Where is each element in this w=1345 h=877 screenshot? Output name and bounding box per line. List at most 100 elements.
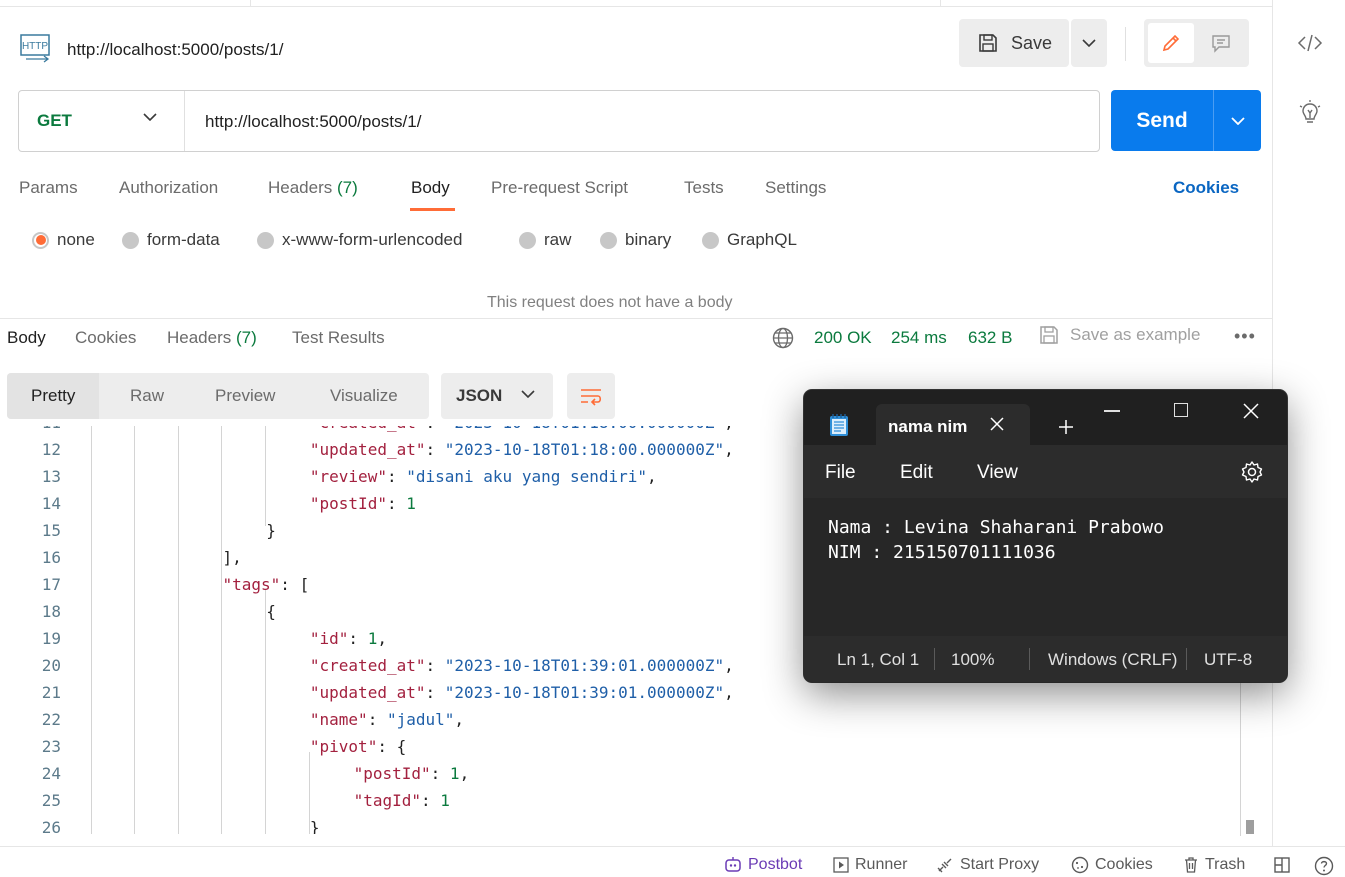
proxy-icon	[937, 858, 952, 873]
tab-authorization[interactable]: Authorization	[119, 178, 218, 198]
status-code[interactable]: 200 OK	[814, 328, 872, 348]
menu-view[interactable]: View	[977, 462, 1018, 484]
view-visualize[interactable]: Visualize	[330, 373, 398, 419]
send-options-button[interactable]	[1213, 90, 1261, 151]
response-tab-cookies[interactable]: Cookies	[75, 328, 136, 348]
code-text: ],	[223, 548, 242, 567]
wrap-lines-button[interactable]	[567, 373, 615, 419]
runner-button[interactable]: Runner	[833, 856, 907, 874]
start-proxy-button[interactable]: Start Proxy	[936, 856, 1039, 874]
http-icon-text: HTTP	[22, 41, 48, 52]
line-number: 21	[41, 683, 61, 702]
code-token: ,	[724, 683, 734, 702]
notepad-menubar: File Edit View	[804, 445, 1287, 498]
radio-form-data[interactable]: form-data	[122, 230, 220, 250]
tab-body[interactable]: Body	[411, 178, 450, 198]
chevron-down-icon	[1082, 39, 1096, 47]
radio-binary[interactable]: binary	[600, 230, 671, 250]
status-divider	[1029, 648, 1030, 670]
response-tab-headers[interactable]: Headers (7)	[167, 328, 257, 348]
code-line: 26}	[0, 818, 1240, 834]
globe-icon[interactable]	[771, 326, 795, 350]
radio-label: x-www-form-urlencoded	[282, 230, 463, 249]
notepad-titlebar[interactable]: nama nim	[804, 390, 1287, 445]
save-as-example-button[interactable]: Save as example	[1038, 324, 1200, 346]
line-number: 15	[41, 521, 61, 540]
code-snippet-button[interactable]	[1295, 28, 1325, 58]
minimize-icon[interactable]	[1104, 410, 1120, 412]
view-pretty[interactable]: Pretty	[7, 373, 100, 419]
line-ending[interactable]: Windows (CRLF)	[1048, 650, 1177, 670]
method-select[interactable]: GET	[19, 91, 185, 151]
tab-headers[interactable]: Headers (7)	[268, 178, 358, 198]
maximize-icon[interactable]	[1174, 403, 1188, 417]
radio-indicator	[702, 231, 719, 249]
save-as-example-label: Save as example	[1070, 325, 1201, 344]
code-line: 22 "name": "jadul",	[0, 710, 1240, 737]
notepad-editor[interactable]: Nama : Levina Shaharani Prabowo NIM : 21…	[804, 498, 1287, 636]
radio-indicator	[257, 231, 274, 249]
code-token: "created_at"	[310, 426, 426, 432]
more-options-button[interactable]: •••	[1234, 326, 1256, 347]
context-info-button[interactable]	[1295, 98, 1325, 128]
layout-toggle-button[interactable]	[1273, 856, 1297, 874]
cookies-label: Cookies	[1095, 856, 1153, 873]
edit-mode-button[interactable]	[1148, 23, 1194, 63]
new-tab-icon[interactable]	[1057, 418, 1075, 436]
response-tab-body[interactable]: Body	[7, 328, 46, 348]
status-divider	[1186, 648, 1187, 670]
response-size[interactable]: 632 B	[968, 328, 1012, 348]
radio-x-www-form-urlencoded[interactable]: x-www-form-urlencoded	[257, 230, 462, 250]
tab-pre-request-script[interactable]: Pre-request Script	[491, 178, 628, 198]
code-token: "2023-10-18T01:39:01.000000Z"	[444, 656, 725, 675]
menu-edit[interactable]: Edit	[900, 462, 933, 484]
tab-label: Body	[7, 328, 46, 347]
save-button[interactable]: Save	[959, 19, 1069, 67]
response-tab-test-results[interactable]: Test Results	[292, 328, 385, 348]
save-options-button[interactable]	[1071, 19, 1107, 67]
view-mode-group: Pretty Raw Preview Visualize	[7, 373, 429, 419]
line-number: 20	[41, 656, 61, 675]
cookies-button[interactable]: Cookies	[1071, 856, 1153, 874]
close-window-icon[interactable]	[1242, 402, 1260, 420]
view-raw[interactable]: Raw	[130, 373, 164, 419]
response-time[interactable]: 254 ms	[891, 328, 947, 348]
menu-file[interactable]: File	[825, 462, 856, 484]
code-text: "tagId": 1	[354, 791, 450, 810]
tab-settings[interactable]: Settings	[765, 178, 826, 198]
tab-params[interactable]: Params	[19, 178, 78, 198]
zoom-level[interactable]: 100%	[951, 650, 994, 670]
radio-raw[interactable]: raw	[519, 230, 571, 250]
comment-mode-button[interactable]	[1198, 23, 1244, 63]
encoding[interactable]: UTF-8	[1204, 650, 1252, 670]
code-token: "created_at"	[309, 656, 426, 675]
code-token: "jadul"	[386, 710, 455, 729]
code-line: 24 "postId": 1,	[0, 764, 1240, 791]
postbot-button[interactable]: Postbot	[724, 856, 802, 874]
status-divider	[934, 648, 935, 670]
request-title[interactable]: http://localhost:5000/posts/1/	[67, 40, 283, 60]
url-input[interactable]: http://localhost:5000/posts/1/	[205, 112, 421, 132]
workspace-tab-strip	[0, 0, 1272, 7]
code-token: "2023-10-18T01:39:01.000000Z"	[444, 683, 725, 702]
code-text: "id": 1,	[310, 629, 387, 648]
tab-strip-divider	[250, 0, 251, 7]
tab-label: Settings	[765, 178, 827, 197]
active-tab-indicator	[410, 208, 455, 211]
cookies-link[interactable]: Cookies	[1173, 178, 1239, 198]
gear-icon[interactable]	[1240, 460, 1264, 484]
trash-button[interactable]: Trash	[1183, 856, 1245, 874]
code-token: ,	[724, 656, 734, 675]
cookie-icon	[1071, 856, 1089, 874]
format-select[interactable]: JSON	[441, 373, 553, 419]
radio-graphql[interactable]: GraphQL	[702, 230, 797, 250]
notepad-tab[interactable]: nama nim	[876, 404, 1030, 445]
close-tab-icon[interactable]	[988, 415, 1006, 433]
view-preview[interactable]: Preview	[215, 373, 275, 419]
code-token: 1	[449, 764, 460, 783]
help-button[interactable]	[1314, 856, 1340, 876]
radio-none[interactable]: none	[32, 230, 95, 250]
tab-tests[interactable]: Tests	[684, 178, 724, 198]
code-scrollbar-thumb[interactable]	[1246, 820, 1254, 834]
send-button[interactable]: Send	[1111, 90, 1213, 151]
